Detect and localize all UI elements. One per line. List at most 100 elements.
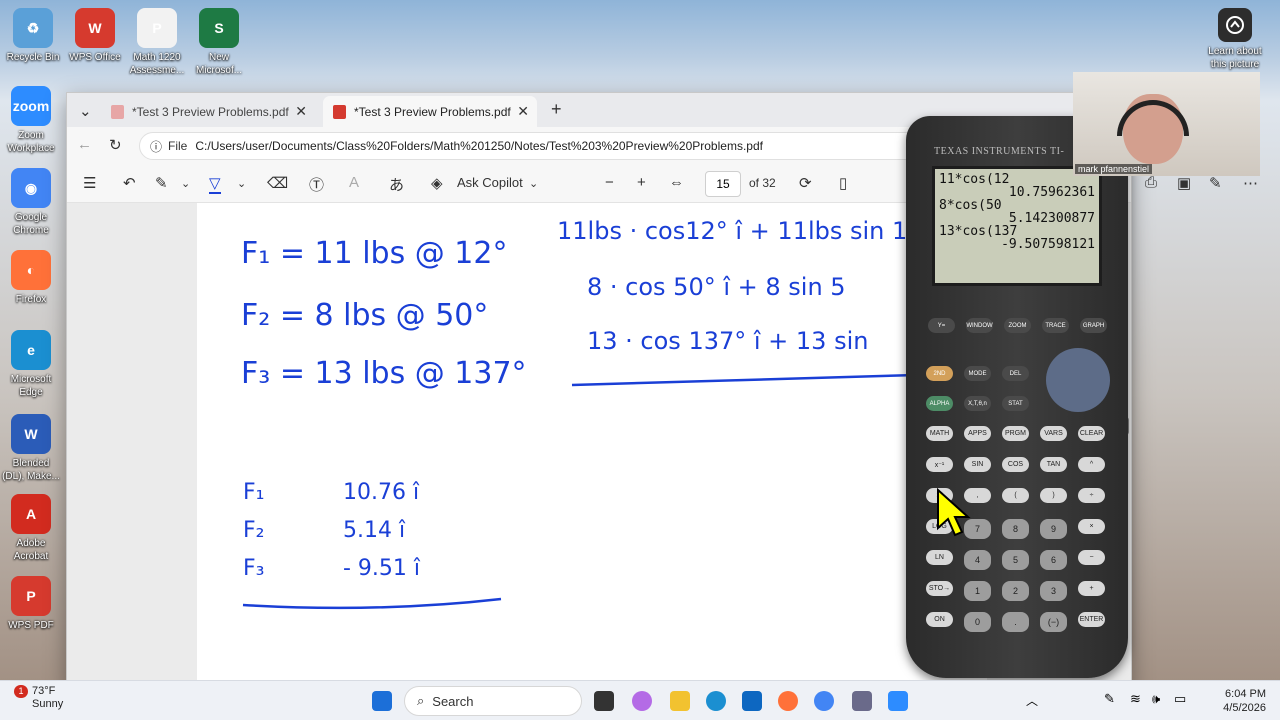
new-tab-icon[interactable]: + [551, 99, 562, 120]
fit-width-icon[interactable]: ⇔ [669, 174, 684, 191]
desktop-icon[interactable]: S New Microsof... [188, 8, 250, 77]
translate-icon[interactable]: あ [389, 174, 404, 195]
desktop-icon[interactable]: A Adobe Acrobat [0, 494, 62, 563]
calculator-key[interactable]: LN [926, 550, 953, 565]
outlook-icon[interactable] [742, 691, 762, 711]
ask-copilot-button[interactable]: Ask Copilot [457, 175, 523, 190]
chevron-down-icon[interactable]: ⌄ [237, 177, 246, 190]
tab-pdf-1[interactable]: *Test 3 Preview Problems.pdf ✕ [101, 96, 315, 127]
calculator-key[interactable]: COS [1002, 457, 1029, 472]
print-icon[interactable]: ⎙ [1145, 174, 1157, 191]
desktop-icon[interactable]: ♻ Recycle Bin [2, 8, 64, 64]
calculator-key[interactable]: GRAPH [1080, 318, 1107, 333]
weather-widget[interactable]: 1 73°F Sunny [14, 685, 63, 711]
calculator-key[interactable]: ENTER [1078, 612, 1105, 627]
calculator-key[interactable]: ÷ [1078, 488, 1105, 503]
calculator-key[interactable]: 6 [1040, 550, 1067, 570]
tray-chevron-icon[interactable]: ︿ [1026, 692, 1038, 709]
calculator-key[interactable]: 3 [1040, 581, 1067, 601]
calculator-key[interactable]: X,T,θ,n [964, 396, 991, 411]
calculator-key[interactable]: 9 [1040, 519, 1067, 539]
highlight-icon[interactable]: ✎ [155, 174, 168, 192]
read-aloud-icon[interactable]: A [349, 174, 359, 191]
copilot-icon[interactable]: ◈ [431, 174, 443, 192]
wifi-icon[interactable]: ≋ [1130, 691, 1141, 707]
desktop-icon[interactable]: W WPS Office [64, 8, 126, 64]
chrome-app-icon[interactable] [814, 691, 834, 711]
file-explorer-icon[interactable] [670, 691, 690, 711]
copilot-app-icon[interactable] [632, 691, 652, 711]
desktop-icon[interactable]: W Blended (DL), Make... [0, 414, 62, 483]
calculator-key[interactable]: ALPHA [926, 396, 953, 411]
edge-app-icon[interactable] [706, 691, 726, 711]
calculator-key[interactable]: APPS [964, 426, 991, 441]
video-feed[interactable]: mark pfannenstiel [1073, 72, 1260, 176]
calculator-key[interactable]: TRACE [1042, 318, 1069, 333]
calculator-key[interactable]: 5 [1002, 550, 1029, 570]
calculator-key[interactable]: + [1078, 581, 1105, 596]
back-arrow-icon[interactable]: ← [77, 136, 92, 153]
calculator-key[interactable]: ( [1002, 488, 1029, 503]
calculator-key[interactable]: 2 [1002, 581, 1029, 601]
arrow-pad[interactable] [1046, 348, 1110, 412]
close-tab-icon[interactable]: ✕ [517, 103, 529, 120]
page-number-input[interactable]: 15 [705, 171, 741, 197]
table-of-contents-icon[interactable]: ☰ [83, 174, 96, 192]
calculator-key[interactable]: Y= [928, 318, 955, 333]
calculator-key[interactable]: SIN [964, 457, 991, 472]
calculator-key[interactable]: × [1078, 519, 1105, 534]
close-tab-icon[interactable]: ✕ [295, 103, 307, 120]
desktop-icon[interactable]: ◐ Firefox [0, 250, 62, 306]
calculator-key[interactable]: MATH [926, 426, 953, 441]
start-icon[interactable] [372, 691, 392, 711]
task-view-icon[interactable] [594, 691, 614, 711]
taskbar-search[interactable]: ⌕ Search [404, 686, 582, 716]
zoom-in-icon[interactable]: + [637, 174, 646, 191]
rotate-icon[interactable]: ⟳ [799, 174, 812, 192]
calculator-key[interactable]: MODE [964, 366, 991, 381]
calculator-key[interactable]: 1 [964, 581, 991, 601]
page-view-icon[interactable]: ▯ [839, 174, 847, 192]
zoom-app-icon[interactable] [888, 691, 908, 711]
draw-icon[interactable]: ▽ [209, 174, 221, 194]
eraser-icon[interactable]: ⌫ [267, 174, 288, 192]
calculator-key[interactable]: ON [926, 612, 953, 627]
calculator-key[interactable]: − [1078, 550, 1105, 565]
calculator-app-icon[interactable] [852, 691, 872, 711]
calculator-key[interactable]: WINDOW [966, 318, 993, 333]
save-icon[interactable]: ▣ [1177, 174, 1191, 192]
calculator-key[interactable]: x⁻¹ [926, 457, 953, 472]
more-options-icon[interactable]: ⋯ [1243, 174, 1258, 192]
tab-pdf-2[interactable]: *Test 3 Preview Problems.pdf ✕ [323, 96, 537, 127]
address-field[interactable]: ⓘ File C:/Users/user/Documents/Class%20F… [139, 132, 919, 160]
text-box-icon[interactable]: Ⓣ [309, 174, 324, 195]
calculator-key[interactable]: ZOOM [1004, 318, 1031, 333]
calculator-key[interactable]: 8 [1002, 519, 1029, 539]
calculator-key[interactable]: ^ [1078, 457, 1105, 472]
zoom-out-icon[interactable]: − [605, 174, 614, 191]
calculator-key[interactable]: 4 [964, 550, 991, 570]
battery-icon[interactable]: ▭ [1174, 691, 1186, 707]
calculator-key[interactable]: STO→ [926, 581, 953, 596]
calculator-key[interactable]: STAT [1002, 396, 1029, 411]
desktop-icon[interactable]: zoom Zoom Workplace [0, 86, 62, 155]
calculator-key[interactable]: PRGM [1002, 426, 1029, 441]
desktop-icon[interactable]: P WPS PDF [0, 576, 62, 632]
save-as-icon[interactable]: ✎ [1209, 174, 1222, 192]
calculator-key[interactable]: DEL [1002, 366, 1029, 381]
clock[interactable]: 6:04 PM 4/5/2026 [1223, 687, 1266, 715]
firefox-app-icon[interactable] [778, 691, 798, 711]
desktop-icon[interactable]: P Math 1220 Assessme... [126, 8, 188, 77]
learn-about-picture-icon[interactable]: Learn about this picture [1204, 8, 1266, 71]
chevron-down-icon[interactable]: ⌄ [529, 177, 538, 190]
chevron-down-icon[interactable]: ⌄ [181, 177, 190, 190]
calculator-key[interactable]: 2ND [926, 366, 953, 381]
desktop-icon[interactable]: e Microsoft Edge [0, 330, 62, 399]
refresh-icon[interactable]: ↻ [109, 136, 122, 154]
calculator-key[interactable]: VARS [1040, 426, 1067, 441]
tab-list-chevron-icon[interactable]: ⌄ [79, 102, 92, 120]
calculator-key[interactable]: CLEAR [1078, 426, 1105, 441]
calculator-key[interactable]: (−) [1040, 612, 1067, 632]
pen-icon[interactable]: ✎ [1104, 691, 1115, 707]
undo-icon[interactable]: ↶ [123, 174, 136, 192]
